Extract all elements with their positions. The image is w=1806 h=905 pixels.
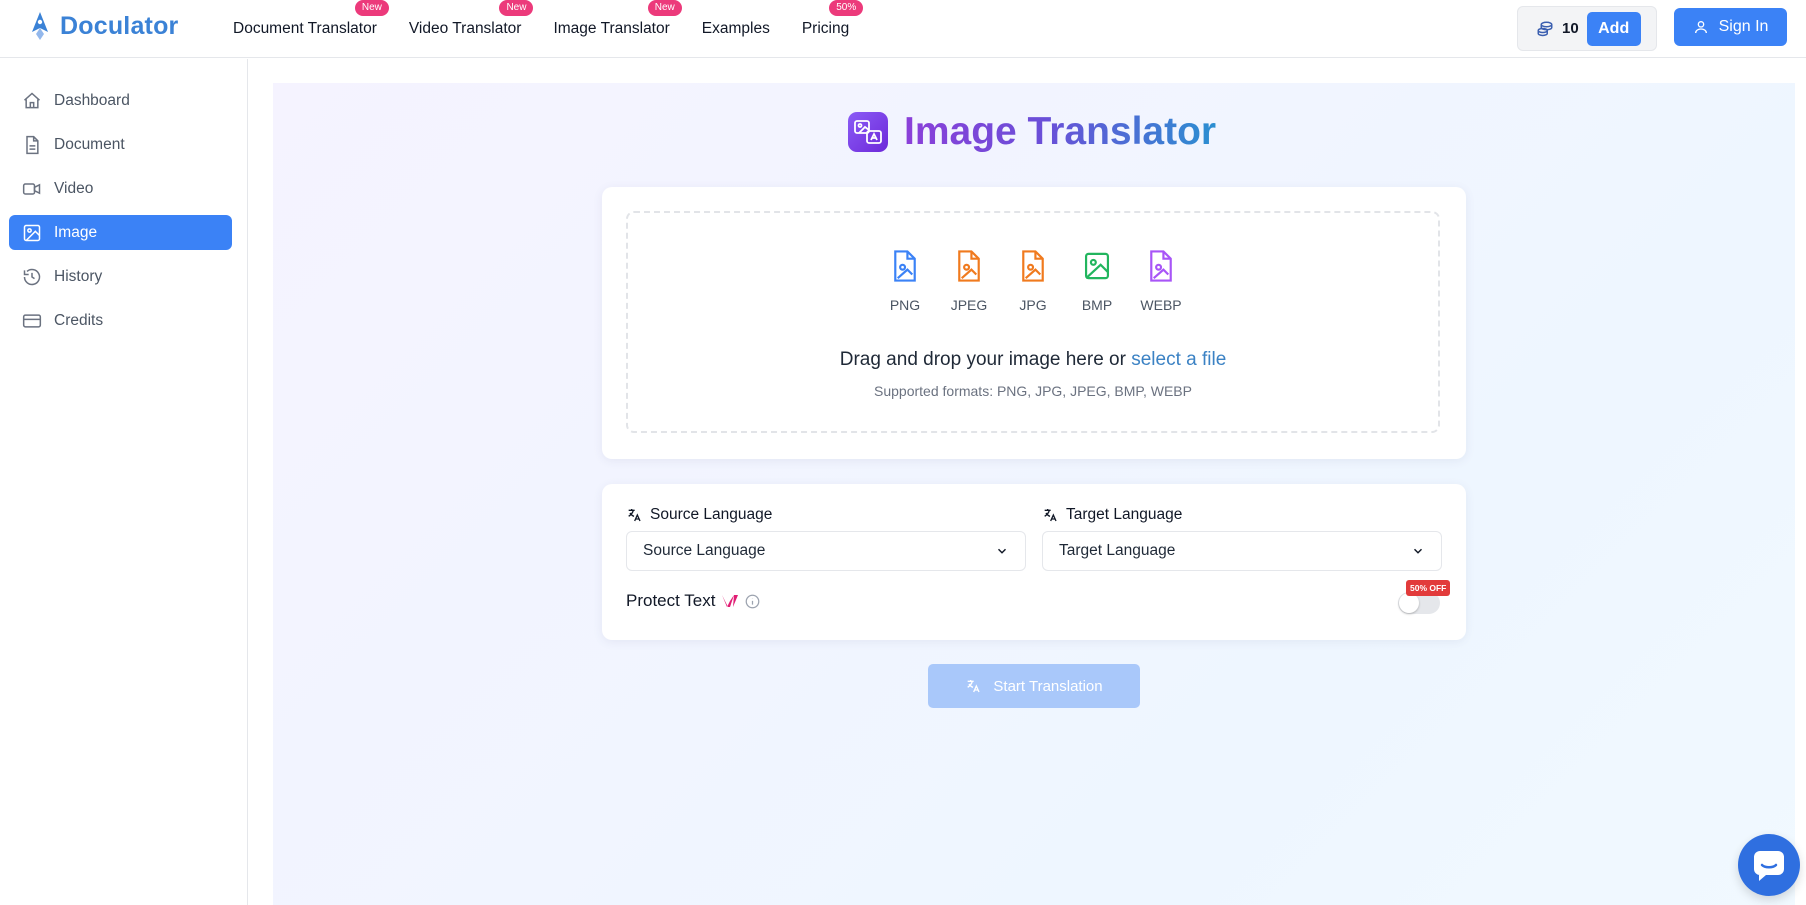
protect-text-option: Protect Text [626,591,760,611]
select-value: Source Language [643,542,766,559]
nav-document-translator[interactable]: Document Translator New [233,0,389,38]
sidebar-item-credits[interactable]: Credits [9,303,232,338]
logo[interactable]: Doculator [26,10,178,42]
document-icon [26,135,39,154]
sidebar: Dashboard Document Video Image History C… [0,59,248,905]
discount-badge: 50% [829,0,864,16]
start-translation-button[interactable]: Start Translation [928,664,1140,708]
format-label: JPG [1019,297,1047,313]
jpeg-file-icon [958,250,980,282]
coins-icon [1537,21,1553,36]
language-settings-card: Source Language Source Language Target L… [602,484,1466,640]
nav-label: Video Translator [408,20,522,37]
chat-bubble-icon [1754,851,1784,881]
nav-label: Image Translator [553,20,670,37]
add-credits-button[interactable]: Add [1586,11,1641,46]
format-label: BMP [1081,297,1113,313]
label-text: Source Language [650,506,773,523]
sidebar-item-label: Video [54,179,94,197]
nav-examples[interactable]: Examples [702,20,770,38]
image-icon [23,224,41,241]
video-icon [22,182,41,195]
protect-text-label: Protect Text [626,591,716,610]
credit-card-icon [22,313,42,328]
translate-icon [628,509,641,522]
png-file-icon [894,250,916,282]
sidebar-item-history[interactable]: History [9,259,232,294]
sidebar-item-image[interactable]: Image [9,215,232,250]
sign-in-label: Sign In [1718,18,1769,35]
bmp-image-icon [1084,252,1110,280]
nav-video-translator[interactable]: Video Translator New [408,0,534,38]
translate-icon [1044,509,1057,522]
sidebar-item-label: Dashboard [54,91,130,109]
webp-file-icon [1150,250,1172,282]
credits-widget: 10 Add [1517,6,1657,51]
jpg-file-icon [1022,250,1044,282]
rocket-logo-icon [32,12,48,40]
main-nav: Document Translator New Video Translator… [233,0,881,58]
format-png: PNG [885,249,925,313]
new-badge: New [647,0,682,16]
sidebar-item-document[interactable]: Document [9,127,232,162]
nav-pricing[interactable]: Pricing 50% [801,0,864,38]
sign-in-button[interactable]: Sign In [1674,8,1787,46]
toggle-knob [1399,593,1419,613]
label-text: Target Language [1066,506,1183,523]
source-language-label: Source Language [626,506,772,524]
translate-image-icon [848,112,888,152]
sidebar-item-label: Credits [54,311,104,329]
sidebar-item-label: History [54,267,103,285]
page-title-group: Image Translator [848,110,1216,154]
new-badge: New [354,0,389,16]
chevron-down-icon [1413,548,1423,554]
chevron-down-icon [997,548,1007,554]
sidebar-item-label: Image [54,223,98,241]
nav-image-translator[interactable]: Image Translator New [553,0,682,38]
format-jpeg: JPEG [949,249,989,313]
dropzone-instructions: Drag and drop your image here or select … [628,349,1438,371]
history-icon [23,268,41,285]
format-webp: WEBP [1140,249,1182,313]
format-jpg: JPG [1013,249,1053,313]
logo-text: Doculator [60,11,179,40]
sidebar-item-video[interactable]: Video [9,171,232,206]
new-badge: New [499,0,534,16]
select-file-link[interactable]: select a file [1131,349,1226,370]
chat-widget-button[interactable] [1738,834,1800,896]
format-label: PNG [889,297,921,313]
drop-text: Drag and drop your image here or [839,349,1126,370]
crown-v-icon [722,595,739,607]
upload-card: PNG JPEG JPG BMP WEBP Drag and drop your… [602,187,1466,459]
format-label: JPEG [950,297,988,313]
nav-label: Document Translator [233,20,377,37]
credits-count: 10 [1562,20,1579,37]
info-icon[interactable] [745,594,760,609]
supported-formats-text: Supported formats: PNG, JPG, JPEG, BMP, … [874,383,1192,399]
nav-label: Pricing [801,20,850,37]
nav-label: Examples [701,20,770,37]
source-language-select[interactable]: Source Language [626,531,1026,571]
sidebar-item-label: Document [54,135,125,153]
top-navbar: Doculator Document Translator New Video … [0,0,1806,58]
format-icons: PNG JPEG JPG BMP WEBP [628,249,1438,313]
select-value: Target Language [1059,542,1176,559]
target-language-select[interactable]: Target Language [1042,531,1442,571]
home-icon [24,91,40,108]
translate-icon [967,680,980,693]
format-label: WEBP [1140,297,1182,313]
discount-badge: 50% OFF [1406,580,1451,596]
page-title: Image Translator [904,110,1217,153]
format-bmp: BMP [1077,249,1117,313]
start-translation-label: Start Translation [993,677,1103,695]
image-dropzone[interactable]: PNG JPEG JPG BMP WEBP Drag and drop your… [626,211,1440,433]
sidebar-item-dashboard[interactable]: Dashboard [9,83,232,118]
target-language-label: Target Language [1042,506,1182,524]
user-icon [1694,21,1707,34]
